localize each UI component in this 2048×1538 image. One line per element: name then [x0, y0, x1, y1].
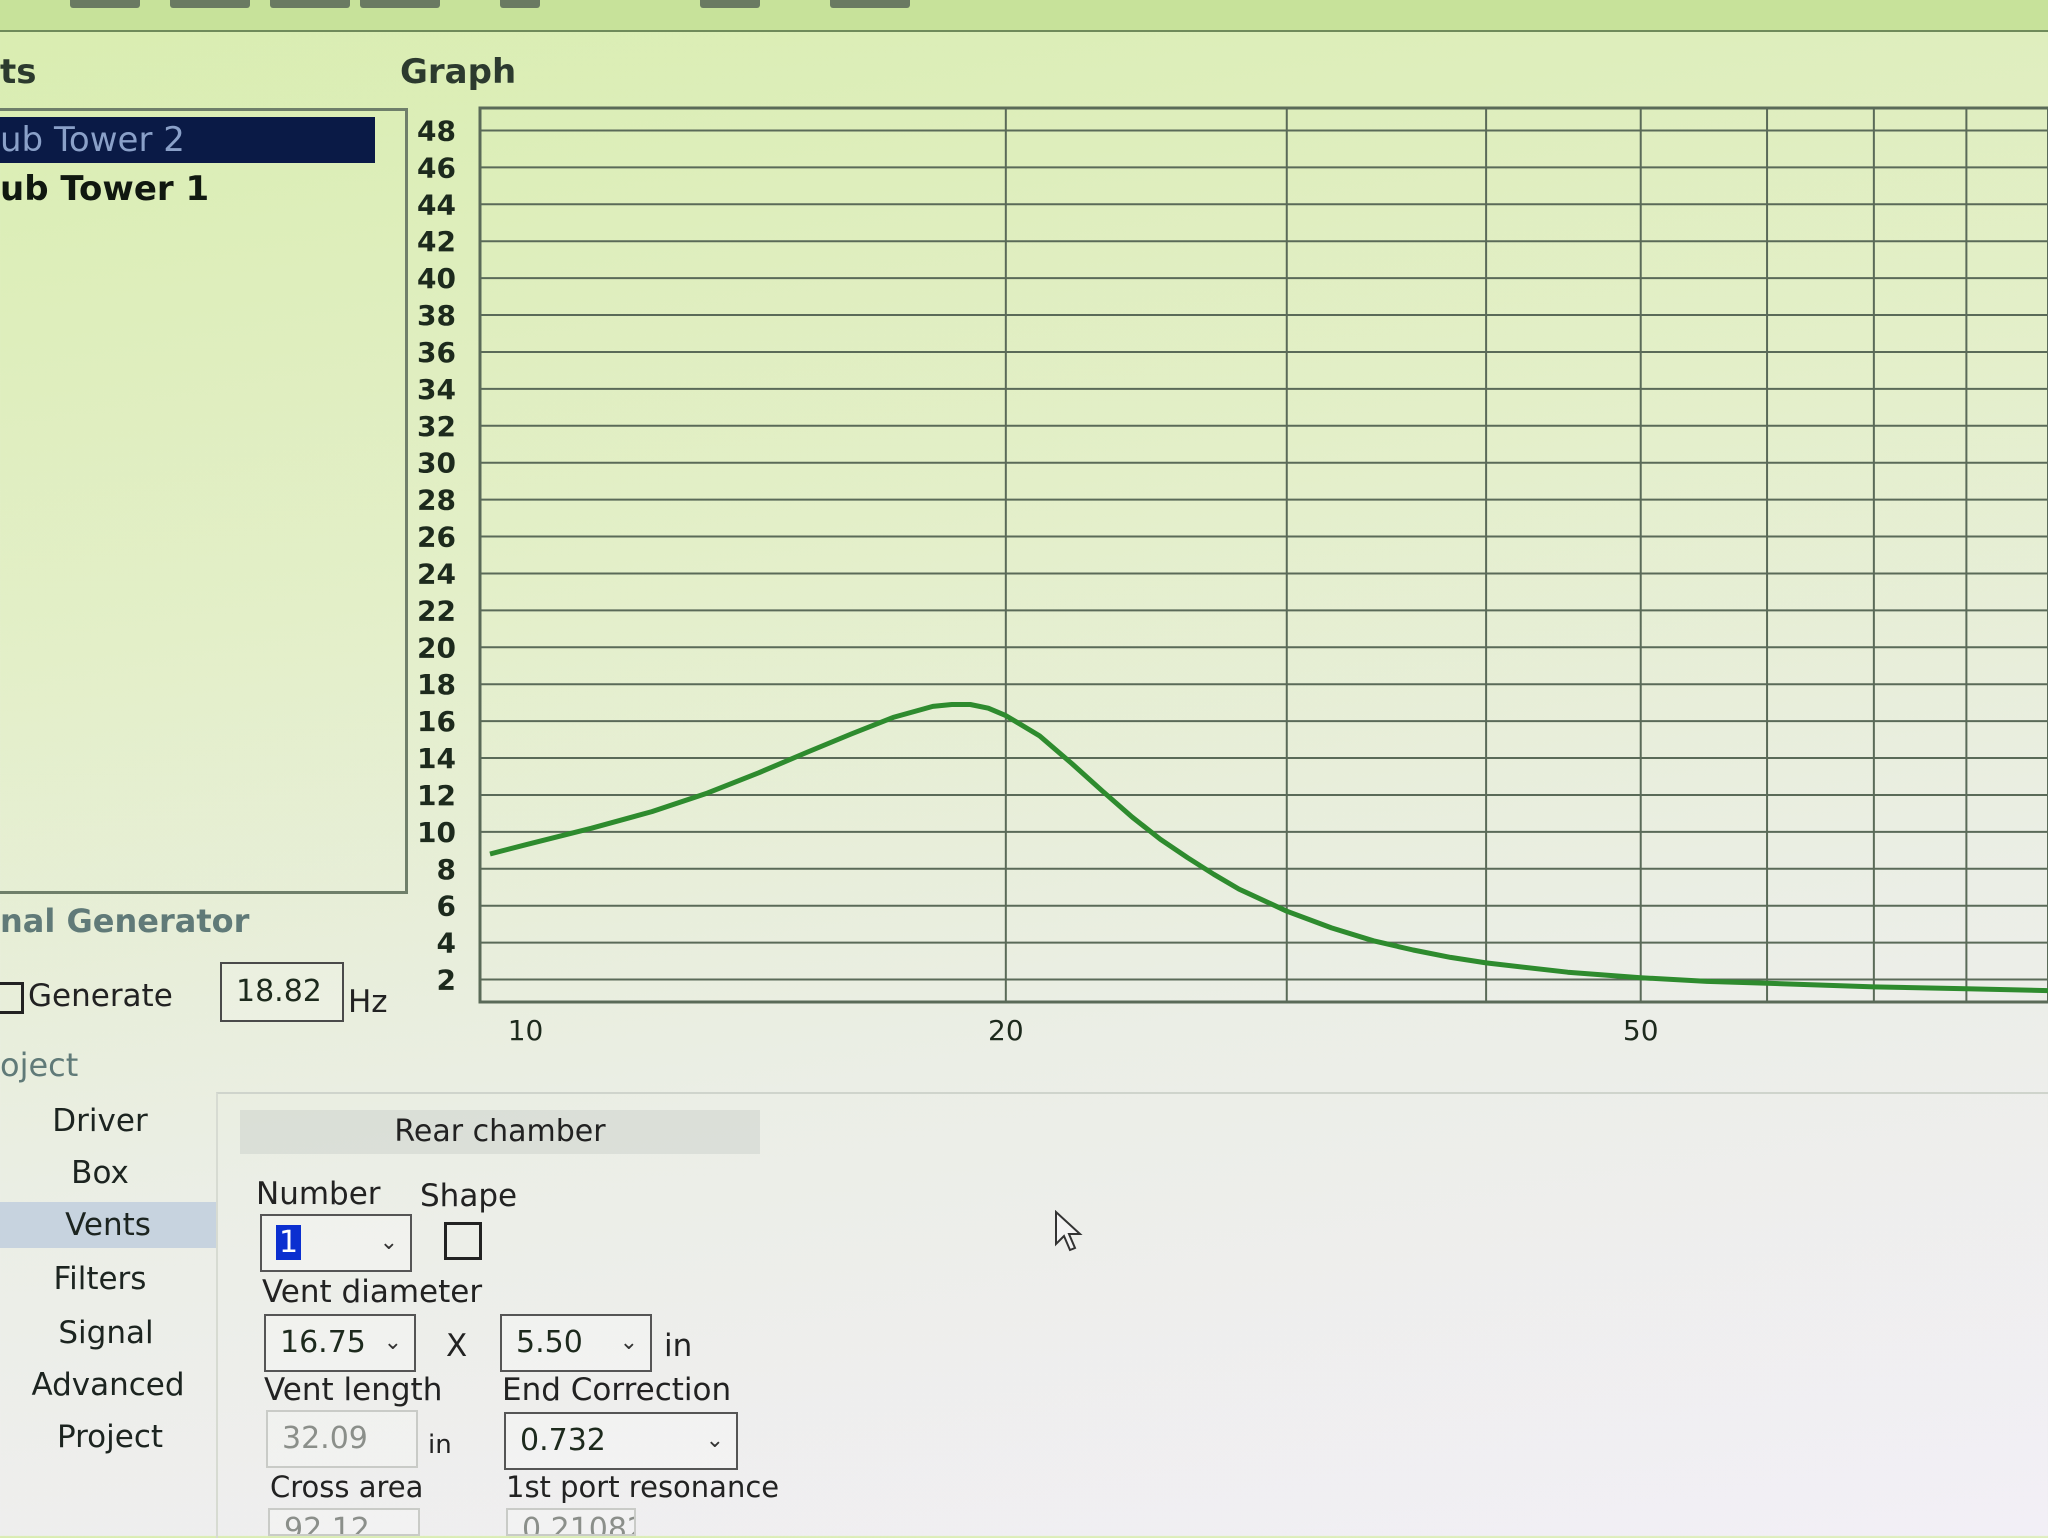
- vent-diameter-value: 16.75: [280, 1325, 366, 1360]
- number-select[interactable]: 1 ⌄: [260, 1214, 412, 1272]
- y-tick-label: 48: [417, 114, 456, 147]
- y-tick-label: 34: [417, 373, 456, 406]
- vent-height-select[interactable]: 5.50 ⌄: [500, 1314, 652, 1372]
- y-tick-label: 10: [417, 816, 456, 849]
- mouse-cursor-icon: [1054, 1209, 1084, 1264]
- y-tick-label: 22: [417, 594, 456, 627]
- vent-diameter-select[interactable]: 16.75 ⌄: [264, 1314, 416, 1372]
- vents-panel: [216, 1092, 2048, 1538]
- y-tick-label: 12: [417, 779, 456, 812]
- y-tick-label: 14: [417, 742, 456, 775]
- vent-length-field: 32.09: [266, 1410, 418, 1468]
- times-symbol: X: [446, 1328, 468, 1364]
- cross-area-label: Cross area: [270, 1470, 424, 1504]
- graph-area: 48 46 44 42 40 38 36 34 32 30 28 26 24 22 20 18 16 14 12 10…: [0, 0, 2048, 1090]
- vent-height-value: 5.50: [516, 1325, 583, 1360]
- y-tick-label: 38: [417, 299, 456, 332]
- end-correction-label: End Correction: [502, 1372, 732, 1408]
- y-tick-label: 36: [417, 336, 456, 369]
- chevron-down-icon: ⌄: [383, 1330, 402, 1355]
- response-chart: 4846444240383634323028262422201816141210…: [417, 106, 2048, 1047]
- y-tick-label: 32: [417, 410, 456, 443]
- rear-chamber-tab[interactable]: Rear chamber: [240, 1110, 760, 1154]
- diameter-unit: in: [664, 1328, 693, 1364]
- x-tick-label: 10: [508, 1014, 544, 1047]
- nav-vents[interactable]: Vents: [0, 1202, 216, 1248]
- number-value: 1: [276, 1225, 302, 1260]
- y-tick-label: 28: [417, 484, 456, 517]
- y-tick-label: 4: [437, 927, 456, 960]
- y-tick-label: 20: [417, 631, 456, 664]
- shape-checkbox[interactable]: [444, 1222, 482, 1260]
- number-label: Number: [256, 1176, 381, 1212]
- vent-length-label: Vent length: [264, 1372, 443, 1408]
- x-tick-label: 20: [988, 1014, 1024, 1047]
- y-tick-label: 26: [417, 521, 456, 554]
- first-port-resonance-label: 1st port resonance: [506, 1470, 780, 1504]
- y-tick-label: 18: [417, 668, 456, 701]
- nav-signal[interactable]: Signal: [6, 1310, 206, 1356]
- y-tick-label: 6: [437, 890, 456, 923]
- y-tick-label: 8: [437, 853, 456, 886]
- nav-advanced[interactable]: Advanced: [8, 1362, 208, 1408]
- nav-box[interactable]: Box: [0, 1150, 200, 1196]
- chevron-down-icon: ⌄: [619, 1330, 638, 1355]
- end-correction-select[interactable]: 0.732 ⌄: [504, 1412, 738, 1470]
- nav-filters[interactable]: Filters: [0, 1256, 200, 1302]
- y-tick-label: 40: [417, 262, 456, 295]
- vent-length-unit: in: [428, 1430, 452, 1460]
- y-tick-label: 30: [417, 447, 456, 480]
- vent-diameter-label: Vent diameter: [262, 1274, 483, 1310]
- y-tick-label: 16: [417, 705, 456, 738]
- y-tick-label: 24: [417, 557, 456, 590]
- first-port-resonance-field: 0.21082: [506, 1508, 636, 1536]
- nav-driver[interactable]: Driver: [0, 1098, 200, 1144]
- x-tick-label: 50: [1623, 1014, 1659, 1047]
- y-tick-label: 46: [417, 151, 456, 184]
- y-tick-label: 2: [437, 964, 456, 997]
- shape-label: Shape: [420, 1178, 518, 1214]
- y-tick-label: 44: [417, 188, 456, 221]
- y-tick-label: 42: [417, 225, 456, 258]
- end-correction-value: 0.732: [520, 1423, 606, 1458]
- response-curve: [489, 702, 2048, 994]
- chevron-down-icon: ⌄: [705, 1428, 724, 1453]
- nav-project[interactable]: Project: [10, 1414, 210, 1460]
- chevron-down-icon: ⌄: [379, 1230, 398, 1255]
- cross-area-field: 92.12: [268, 1508, 420, 1536]
